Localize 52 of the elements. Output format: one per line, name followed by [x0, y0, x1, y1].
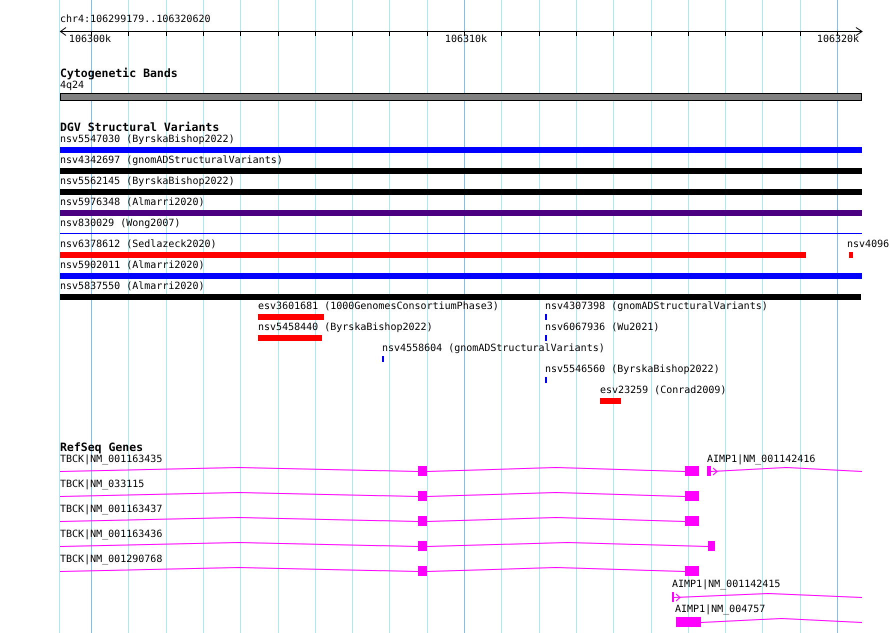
variant-bar[interactable]	[600, 398, 621, 404]
feature-label: nsv4342697 (gnomADStructuralVariants)	[60, 155, 283, 167]
cytoband-label: 4q24	[60, 80, 84, 92]
transcript-label: AIMP1|NM_001142415	[672, 579, 780, 591]
feature-label: esv3601681 (1000GenomesConsortiumPhase3)	[258, 301, 499, 313]
transcript-label: TBCK|NM_001290768	[60, 554, 162, 566]
variant-bar[interactable]	[849, 252, 853, 258]
transcript-drawing[interactable]	[60, 565, 699, 577]
transcript-drawing[interactable]	[676, 616, 862, 628]
feature-label: nsv4558604 (gnomADStructuralVariants)	[382, 343, 605, 355]
feature-label: nsv4307398 (gnomADStructuralVariants)	[545, 301, 768, 313]
transcript-drawing[interactable]	[60, 490, 699, 502]
transcript-label: TBCK|NM_001163436	[60, 529, 162, 541]
variant-bar[interactable]	[60, 210, 862, 216]
variant-bar[interactable]	[60, 252, 806, 258]
feature-label: nsv5837550 (Almarri2020)	[60, 281, 204, 293]
tick-label: 106310k	[444, 34, 488, 46]
transcript-drawing[interactable]	[60, 540, 715, 552]
tick-label: 106320k	[816, 34, 860, 46]
feature-label: nsv830029 (Wong2007)	[60, 218, 180, 230]
variant-bar[interactable]	[60, 273, 862, 279]
feature-label: nsv5458440 (ByrskaBishop2022)	[258, 322, 433, 334]
variant-bar[interactable]	[60, 294, 861, 300]
feature-label: nsv5902011 (Almarri2020)	[60, 260, 204, 272]
variant-line[interactable]	[60, 233, 862, 234]
transcript-label: AIMP1|NM_004757	[675, 604, 766, 616]
feature-label: esv23259 (Conrad2009)	[600, 385, 726, 397]
variant-bar[interactable]	[60, 189, 862, 195]
transcript-label: AIMP1|NM_001142416	[707, 454, 816, 466]
feature-label: nsv6067936 (Wu2021)	[545, 322, 660, 334]
feature-label: nsv6378612 (Sedlazeck2020)	[60, 239, 217, 251]
transcript-label: TBCK|NM_001163435	[60, 454, 162, 466]
feature-label: nsv5562145 (ByrskaBishop2022)	[60, 176, 235, 188]
location-label: chr4:106299179..106320620	[60, 14, 211, 26]
track-title: DGV Structural Variants	[60, 121, 220, 134]
transcript-drawing[interactable]	[707, 465, 862, 477]
transcript-label: TBCK|NM_001163437	[60, 504, 162, 516]
track-title: RefSeq Genes	[60, 441, 144, 454]
variant-bar[interactable]	[258, 335, 322, 341]
transcript-drawing[interactable]	[60, 515, 699, 527]
variant-bar[interactable]	[258, 314, 324, 320]
transcript-label: TBCK|NM_033115	[60, 479, 144, 491]
transcript-drawing[interactable]	[60, 465, 699, 477]
tick-label: 106300k	[68, 34, 112, 46]
feature-label: nsv4096	[847, 239, 890, 251]
feature-label: nsv5547030 (ByrskaBishop2022)	[60, 134, 235, 146]
track-title: Cytogenetic Bands	[60, 67, 178, 80]
transcript-drawing[interactable]	[672, 591, 862, 603]
variant-bar[interactable]	[60, 147, 862, 153]
variant-bar[interactable]	[60, 168, 862, 174]
feature-label: nsv5976348 (Almarri2020)	[60, 197, 204, 209]
feature-label: nsv5546560 (ByrskaBishop2022)	[545, 364, 720, 376]
